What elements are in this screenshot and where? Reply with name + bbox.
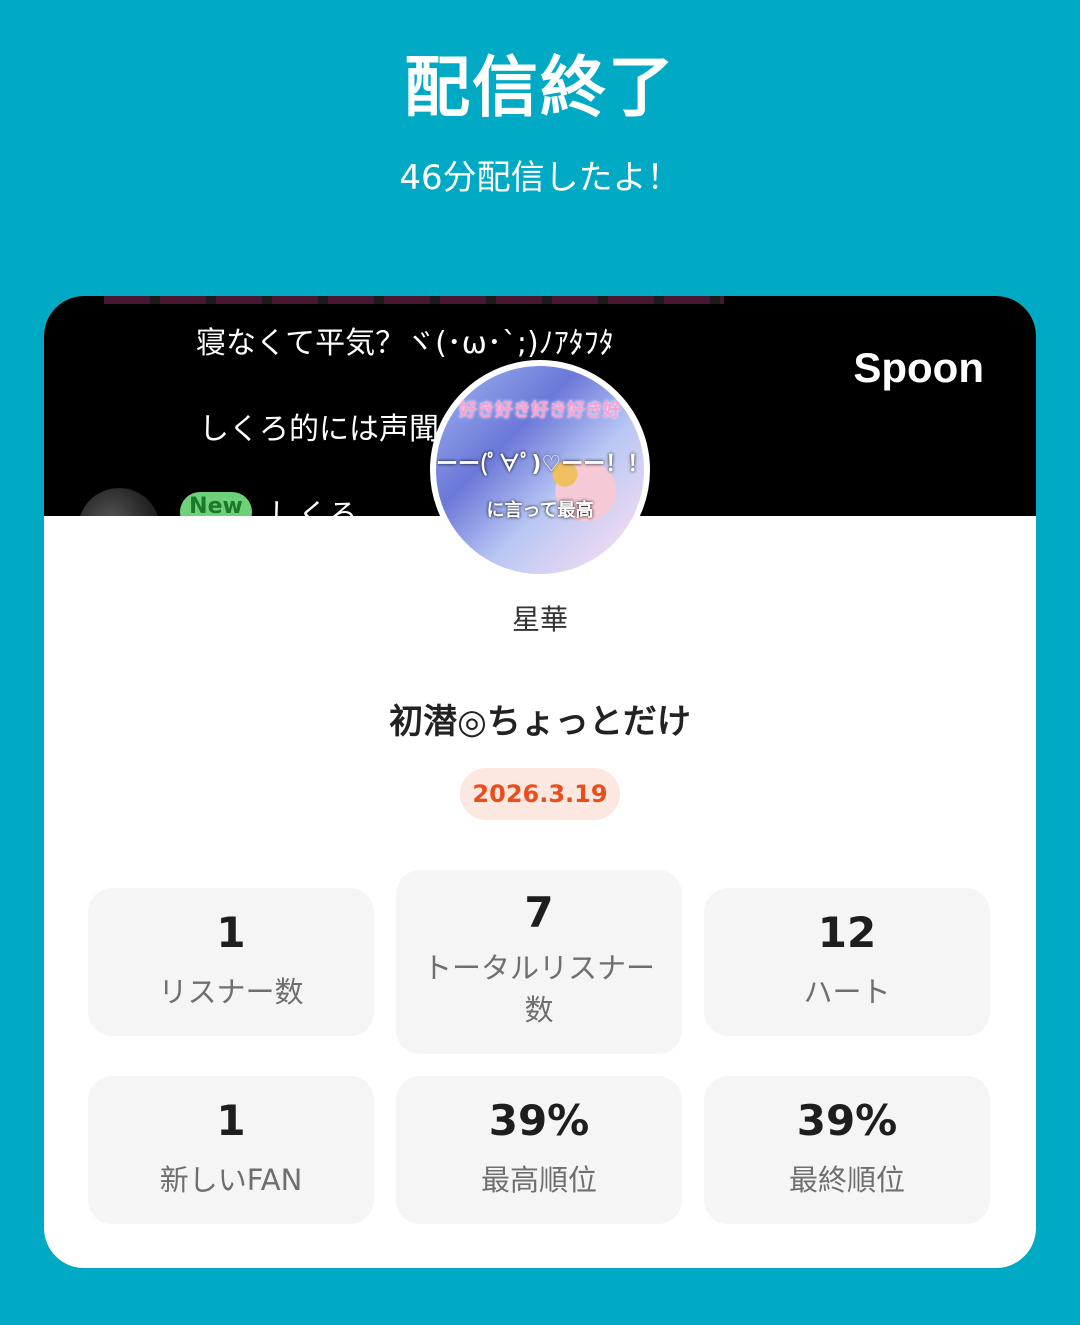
- host-avatar[interactable]: 好き好き好き好き好 ーー(ﾟ∀ﾟ)♡ーー！！ に言って最高: [430, 360, 650, 580]
- stat-listeners: 1 リスナー数: [88, 888, 374, 1036]
- stat-value: 1: [216, 908, 246, 957]
- host-name: 星華: [511, 603, 568, 636]
- stat-value: 7: [524, 888, 554, 937]
- stat-label: 最高順位: [480, 1163, 597, 1197]
- chat-user-name: しくろ: [268, 498, 358, 516]
- chat-user-avatar: [78, 488, 160, 516]
- stream-title: 初潜◎ちょっとだけ: [389, 702, 691, 742]
- avatar-overlay-text: 好き好き好き好き好: [459, 400, 621, 421]
- stat-label: トータルリスナー数: [422, 951, 655, 1027]
- summary-card: 寝なくて平気？ヾ(･ω･`;)ﾉｱﾀﾌﾀ しくろ的には声聞い New しくろ S…: [44, 296, 1036, 1268]
- stat-new-fans: 1 新しいFAN: [88, 1076, 374, 1224]
- stat-total-listeners: 7 トータルリスナー数: [396, 870, 682, 1054]
- stat-value: 12: [817, 908, 877, 957]
- stat-label: 新しいFAN: [159, 1163, 303, 1197]
- stat-best-rank: 39% 最高順位: [396, 1076, 682, 1224]
- avatar-overlay-text: ーー(ﾟ∀ﾟ)♡ーー！！: [436, 452, 650, 477]
- stream-date-badge: 2026.3.19: [460, 768, 620, 820]
- chat-message: 寝なくて平気？ヾ(･ω･`;)ﾉｱﾀﾌﾀ: [196, 326, 614, 361]
- stat-label: ハート: [803, 975, 891, 1009]
- chat-message: しくろ的には声聞い: [199, 412, 469, 447]
- broadcast-duration: 46分配信したよ！: [399, 158, 681, 198]
- avatar-overlay-text: に言って最高: [486, 500, 594, 521]
- stat-hearts: 12 ハート: [704, 888, 990, 1036]
- stat-label: リスナー数: [158, 975, 304, 1009]
- banner-decoration: [104, 296, 724, 304]
- stat-value: 39%: [796, 1096, 898, 1145]
- stat-value: 39%: [488, 1096, 590, 1145]
- stat-value: 1: [216, 1096, 246, 1145]
- page-title: 配信終了: [404, 49, 676, 126]
- new-badge: New: [180, 492, 252, 516]
- stat-label: 最終順位: [788, 1163, 905, 1197]
- spoon-logo: Spoon: [853, 344, 984, 391]
- stat-final-rank: 39% 最終順位: [704, 1076, 990, 1224]
